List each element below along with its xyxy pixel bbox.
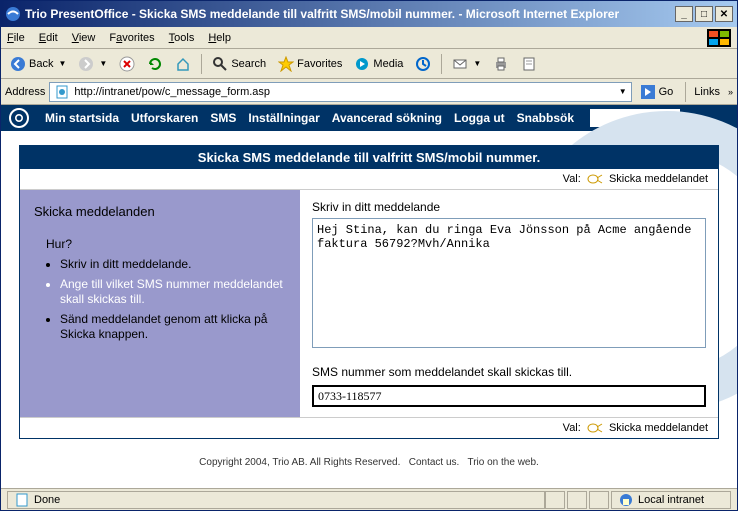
- action-row-bottom: Val: Skicka meddelandet: [20, 417, 718, 438]
- go-button[interactable]: Go: [636, 82, 678, 102]
- search-label: Search: [231, 58, 266, 70]
- stop-button[interactable]: [114, 54, 140, 74]
- media-icon: [354, 56, 370, 72]
- stop-icon: [119, 56, 135, 72]
- contact-link[interactable]: Contact us.: [409, 457, 460, 468]
- nav-startsida[interactable]: Min startsida: [45, 111, 119, 125]
- go-label: Go: [659, 86, 674, 98]
- search-icon: [212, 56, 228, 72]
- address-bar: Address http://intranet/pow/c_message_fo…: [1, 79, 737, 105]
- back-button[interactable]: Back▼: [5, 54, 71, 74]
- nav-snabbsok: Snabbsök: [517, 111, 574, 125]
- help-step-2: Ange till vilket SMS nummer meddelandet …: [60, 277, 286, 308]
- forward-button[interactable]: ▼: [73, 54, 112, 74]
- links-expand-icon[interactable]: »: [728, 87, 733, 97]
- message-textarea[interactable]: [312, 218, 706, 348]
- windows-flag-icon: [707, 29, 731, 47]
- status-zone: Local intranet: [638, 494, 704, 506]
- print-icon: [493, 56, 509, 72]
- mail-icon: [452, 56, 468, 72]
- skicka-link-bottom[interactable]: Skicka meddelandet: [609, 422, 708, 434]
- help-heading: Skicka meddelanden: [34, 204, 286, 219]
- sms-number-input[interactable]: [312, 385, 706, 407]
- application-window: Trio PresentOffice - Skicka SMS meddelan…: [0, 0, 738, 511]
- home-icon: [175, 56, 191, 72]
- nav-loggaut[interactable]: Logga ut: [454, 111, 505, 125]
- card-title: Skicka SMS meddelande till valfritt SMS/…: [20, 146, 718, 169]
- star-icon: [278, 56, 294, 72]
- nav-utforskaren[interactable]: Utforskaren: [131, 111, 198, 125]
- page-status-icon: [14, 492, 30, 508]
- val-label-bottom: Val:: [563, 422, 581, 434]
- help-step-1: Skriv in ditt meddelande.: [60, 257, 286, 273]
- media-button[interactable]: Media: [349, 54, 408, 74]
- page-icon: [54, 84, 70, 100]
- menu-favorites[interactable]: Favorites: [109, 32, 154, 44]
- copyright-text: Copyright 2004, Trio AB. All Rights Rese…: [199, 457, 400, 468]
- titlebar: Trio PresentOffice - Skicka SMS meddelan…: [1, 1, 737, 27]
- address-dropdown-icon[interactable]: ▼: [619, 87, 627, 96]
- nav-installningar[interactable]: Inställningar: [248, 111, 319, 125]
- search-button[interactable]: Search: [207, 54, 271, 74]
- nav-avancerad[interactable]: Avancerad sökning: [332, 111, 442, 125]
- window-title: Trio PresentOffice - Skicka SMS meddelan…: [25, 7, 619, 21]
- trio-web-link[interactable]: Trio on the web.: [467, 457, 538, 468]
- mail-button[interactable]: ▼: [447, 54, 486, 74]
- menubar: File Edit View Favorites Tools Help: [1, 27, 737, 49]
- help-step-3: Sänd meddelandet genom att klicka på Ski…: [60, 312, 286, 343]
- history-icon: [415, 56, 431, 72]
- action-row-top: Val: Skicka meddelandet: [20, 169, 718, 190]
- close-button[interactable]: ✕: [715, 6, 733, 22]
- address-input-wrap[interactable]: http://intranet/pow/c_message_form.asp ▼: [49, 82, 631, 102]
- favorites-label: Favorites: [297, 58, 342, 70]
- back-label: Back: [29, 58, 53, 70]
- nav-sms[interactable]: SMS: [210, 111, 236, 125]
- minimize-button[interactable]: _: [675, 6, 693, 22]
- site-logo-icon[interactable]: [9, 108, 29, 128]
- forward-icon: [78, 56, 94, 72]
- address-label: Address: [5, 86, 45, 98]
- main-card: Skicka SMS meddelande till valfritt SMS/…: [19, 145, 719, 439]
- send-icon: [587, 422, 603, 434]
- menu-edit[interactable]: Edit: [39, 32, 58, 44]
- favorites-button[interactable]: Favorites: [273, 54, 347, 74]
- ie-icon: [5, 6, 21, 22]
- links-label[interactable]: Links: [694, 86, 720, 98]
- back-icon: [10, 56, 26, 72]
- zone-icon: [618, 492, 634, 508]
- val-label: Val:: [563, 173, 581, 185]
- refresh-icon: [147, 56, 163, 72]
- help-panel: Skicka meddelanden Hur? Skriv in ditt me…: [20, 190, 300, 417]
- edit-icon: [521, 56, 537, 72]
- menu-tools[interactable]: Tools: [169, 32, 195, 44]
- skicka-link-top[interactable]: Skicka meddelandet: [609, 173, 708, 185]
- menu-help[interactable]: Help: [208, 32, 231, 44]
- go-icon: [640, 84, 656, 100]
- form-panel: Skriv in ditt meddelande SMS nummer som …: [300, 190, 718, 417]
- toolbar: Back▼ ▼ Search Favorites Media: [1, 49, 737, 79]
- media-label: Media: [373, 58, 403, 70]
- message-label: Skriv in ditt meddelande: [312, 200, 706, 214]
- page-body: Skicka SMS meddelande till valfritt SMS/…: [1, 131, 737, 488]
- refresh-button[interactable]: [142, 54, 168, 74]
- number-label: SMS nummer som meddelandet skall skickas…: [312, 365, 706, 379]
- browser-content: Min startsida Utforskaren SMS Inställnin…: [1, 105, 737, 488]
- menu-file[interactable]: File: [7, 32, 25, 44]
- maximize-button[interactable]: □: [695, 6, 713, 22]
- status-bar: Done Local intranet: [1, 488, 737, 510]
- menu-view[interactable]: View: [72, 32, 96, 44]
- status-done: Done: [34, 494, 60, 506]
- edit-button[interactable]: [516, 54, 542, 74]
- page-footer: Copyright 2004, Trio AB. All Rights Rese…: [1, 449, 737, 476]
- history-button[interactable]: [410, 54, 436, 74]
- print-button[interactable]: [488, 54, 514, 74]
- address-url: http://intranet/pow/c_message_form.asp: [74, 86, 270, 98]
- send-icon: [587, 173, 603, 185]
- home-button[interactable]: [170, 54, 196, 74]
- help-hur: Hur?: [46, 237, 286, 251]
